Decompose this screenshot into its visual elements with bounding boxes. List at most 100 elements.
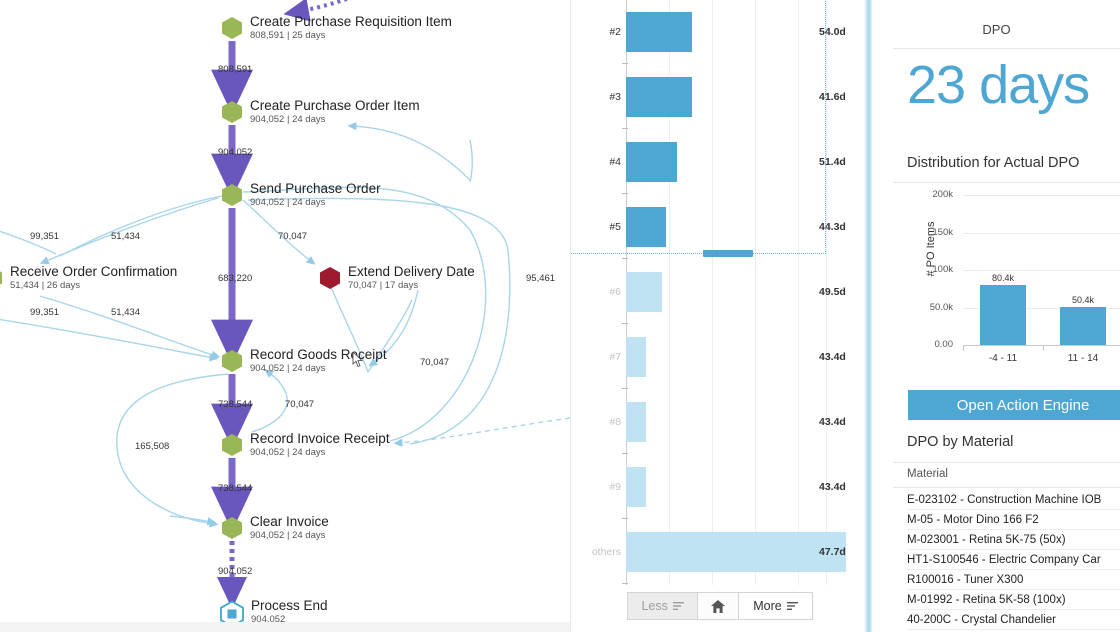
variant-row[interactable]: #9 43.4d: [571, 455, 865, 520]
open-action-engine-button[interactable]: Open Action Engine: [908, 390, 1120, 420]
y-axis-tick-label: 150k: [932, 226, 953, 238]
reset-detail-button[interactable]: [697, 592, 740, 620]
y-axis-tick-label: 50.0k: [929, 301, 953, 313]
less-detail-button[interactable]: Less: [627, 592, 698, 620]
edge-label: 99,351: [30, 231, 60, 242]
variant-bar-chart[interactable]: #2 54.0d #3 41.6d #4 51.4d #5 44.3d #6 49.5d #7 43.…: [571, 0, 865, 585]
hexagon-icon: [222, 350, 242, 372]
variant-bar[interactable]: [626, 272, 662, 312]
variant-bar[interactable]: [626, 532, 846, 572]
process-graph-panel[interactable]: Create Purchase Requisition Item 808,591…: [0, 0, 570, 632]
axis-tick: [622, 388, 628, 389]
edge-label: 70,047: [285, 399, 315, 410]
edge-label: 95,461: [526, 273, 556, 284]
kpi-panel[interactable]: DPO 23 days Distribution for Actual DPO …: [873, 0, 1120, 632]
variant-bar[interactable]: [626, 337, 646, 377]
node-metrics: 904,052 | 24 days: [250, 114, 326, 125]
variant-label: #6: [609, 286, 621, 298]
edge-label: 51,434: [111, 231, 141, 242]
divider: [893, 462, 1120, 463]
node-label: Extend Delivery Date: [348, 264, 475, 279]
material-table-heading: DPO by Material: [907, 434, 1014, 450]
variant-selection-box[interactable]: [571, 0, 826, 254]
divider: [893, 182, 1120, 183]
node-label: Create Purchase Requisition Item: [250, 14, 452, 29]
edge-label: 165,508: [135, 441, 170, 452]
x-axis-tick: [1043, 345, 1044, 351]
variant-duration: 47.7d: [819, 546, 846, 558]
node-label: Send Purchase Order: [250, 181, 381, 196]
variant-row[interactable]: others 47.7d: [571, 520, 865, 585]
variant-bar[interactable]: [626, 402, 646, 442]
variant-detail-controls[interactable]: Less More: [627, 592, 813, 620]
dpo-distribution-chart[interactable]: # PO Items 200k 150k 100k 50.0k 0.00 80.4k 50…: [895, 189, 1120, 370]
y-axis-tick-label: 200k: [932, 189, 953, 200]
node-metrics: 904,052 | 24 days: [250, 530, 326, 541]
material-row[interactable]: 40-200C - Crystal Chandelier: [907, 610, 1120, 630]
variant-duration: 43.4d: [819, 351, 846, 363]
mouse-cursor: [352, 352, 364, 368]
edge-label: 904,052: [218, 147, 253, 158]
hexagon-icon: [222, 434, 242, 456]
more-detail-button[interactable]: More: [739, 592, 813, 620]
variant-label: #9: [609, 481, 621, 493]
variant-duration: 43.4d: [819, 416, 846, 428]
divider: [893, 48, 1120, 49]
material-row[interactable]: M-023001 - Retina 5K-75 (50x): [907, 530, 1120, 550]
hexagon-icon: [222, 517, 242, 539]
material-list[interactable]: E-023102 - Construction Machine IOB M-05 …: [907, 490, 1120, 630]
edge-label: 904,052: [218, 566, 253, 577]
material-row[interactable]: HT1-S100546 - Electric Company Car: [907, 550, 1120, 570]
material-column-header: Material: [907, 468, 948, 480]
distribution-bar[interactable]: [980, 284, 1026, 345]
variant-row[interactable]: #8 43.4d: [571, 390, 865, 455]
material-row[interactable]: M-01992 - Retina 5K-58 (100x): [907, 590, 1120, 610]
variant-selection-handle[interactable]: [703, 250, 753, 257]
node-label: Receive Order Confirmation: [10, 264, 178, 279]
hexagon-icon: [320, 267, 340, 289]
axis-tick: [622, 323, 628, 324]
divider: [893, 487, 1120, 488]
panel-divider: [864, 0, 873, 632]
material-row[interactable]: E-023102 - Construction Machine IOB: [907, 490, 1120, 510]
y-axis-label: # PO Items: [925, 221, 937, 277]
material-row[interactable]: M-05 - Motor Dino 166 F2: [907, 510, 1120, 530]
filter-less-icon: [672, 601, 684, 610]
distribution-bar-value: 50.4k: [1071, 295, 1095, 306]
less-label: Less: [641, 599, 668, 613]
distribution-bar-value: 80.4k: [991, 272, 1015, 283]
node-label: Clear Invoice: [250, 514, 329, 529]
edge-label: 683,220: [218, 273, 253, 284]
variant-bar[interactable]: [626, 467, 646, 507]
node-label: Record Goods Receipt: [250, 347, 387, 362]
variant-row[interactable]: #7 43.4d: [571, 325, 865, 390]
kpi-value: 23 days: [907, 55, 1090, 115]
variant-explorer-panel[interactable]: #2 54.0d #3 41.6d #4 51.4d #5 44.3d #6 49.5d #7 43.…: [570, 0, 865, 632]
axis-tick: [622, 453, 628, 454]
node-metrics: 904,052 | 24 days: [250, 197, 326, 208]
variant-row[interactable]: #6 49.5d: [571, 260, 865, 325]
incoming-start-edge: [283, 0, 350, 22]
edge-label: 738,544: [218, 483, 253, 494]
distribution-bar[interactable]: [1060, 307, 1106, 345]
variant-label: #7: [609, 351, 621, 363]
more-label: More: [753, 599, 782, 613]
edge-label: 70,047: [420, 357, 450, 368]
hexagon-icon: [222, 101, 242, 123]
kpi-title: DPO: [982, 22, 1011, 37]
variant-label: #8: [609, 416, 621, 428]
material-row[interactable]: R100016 - Tuner X300: [907, 570, 1120, 590]
x-axis-tick-label: -4 - 11: [988, 353, 1018, 364]
hexagon-icon: [222, 17, 242, 39]
variant-duration: 43.4d: [819, 481, 846, 493]
node-label: Create Purchase Order Item: [250, 98, 420, 113]
edge-label: 51,434: [111, 307, 141, 318]
edge-label: 99,351: [30, 307, 60, 318]
node-metrics: 904,052 | 24 days: [250, 447, 326, 458]
axis-tick: [622, 258, 628, 259]
node-metrics: 808,591 | 25 days: [250, 30, 326, 41]
node-label: Process End: [251, 598, 328, 613]
x-axis-line: [963, 345, 1120, 346]
home-icon: [711, 599, 726, 613]
edge-label: 808,591: [218, 64, 253, 75]
